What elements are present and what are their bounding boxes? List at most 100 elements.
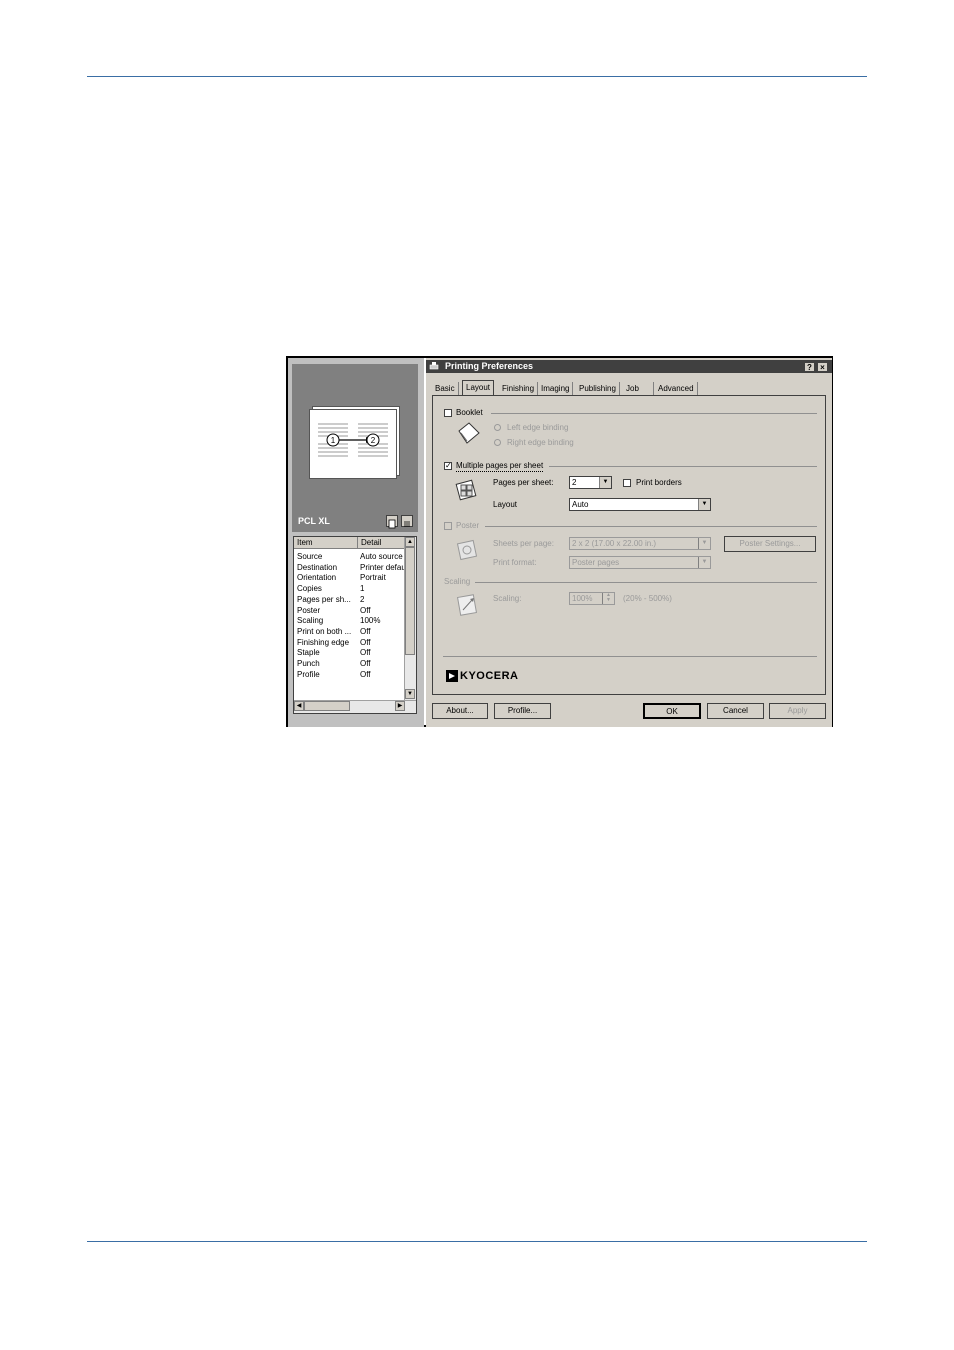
list-item[interactable]: Source Auto source: [297, 551, 407, 562]
list-item[interactable]: Poster Off: [297, 605, 407, 616]
print-borders-checkbox[interactable]: [623, 479, 631, 487]
nup-preview-graphic: 1 2: [318, 423, 388, 457]
layout-value: Auto: [572, 500, 589, 509]
tab-layout[interactable]: Layout: [462, 380, 495, 396]
kyocera-logo-icon: [446, 670, 458, 682]
horizontal-scroll-thumb[interactable]: [304, 701, 350, 711]
column-header-item[interactable]: Item: [294, 537, 358, 549]
column-header-detail[interactable]: Detail: [358, 537, 405, 549]
list-item[interactable]: Finishing edge Off: [297, 637, 407, 648]
left-edge-binding-radio[interactable]: [494, 424, 501, 431]
settings-summary-list[interactable]: Item Detail Source Auto source Destination…: [293, 536, 417, 714]
poster-divider: [485, 526, 817, 527]
pdl-label: PCL XL: [298, 516, 330, 526]
booklet-divider: [491, 413, 817, 414]
tab-imaging[interactable]: Imaging: [538, 382, 574, 395]
poster-settings-button[interactable]: Poster Settings...: [724, 536, 816, 552]
scroll-up-icon[interactable]: ▲: [405, 537, 415, 547]
pages-per-sheet-label: Pages per sheet:: [493, 478, 554, 487]
printer-icon: [429, 362, 439, 370]
tab-job[interactable]: Job: [623, 382, 654, 395]
list-item[interactable]: Copies 1: [297, 583, 407, 594]
ok-button[interactable]: OK: [643, 703, 701, 719]
booklet-checkbox[interactable]: [444, 409, 452, 417]
tab-finishing[interactable]: Finishing: [499, 382, 539, 395]
list-item[interactable]: Staple Off: [297, 647, 407, 658]
pages-per-sheet-select[interactable]: 2 ▼: [569, 476, 612, 489]
kyocera-logo-text: KYOCERA: [460, 670, 519, 682]
list-item[interactable]: Destination Printer defau: [297, 562, 407, 573]
brand-divider: [443, 656, 817, 657]
list-item[interactable]: Punch Off: [297, 658, 407, 669]
page-preview: 1 2 PCL XL: [292, 364, 418, 532]
close-button[interactable]: ×: [817, 362, 828, 372]
summary-item-detail: Auto source: [360, 552, 403, 561]
summary-item-detail: 1: [360, 584, 365, 594]
sheets-per-page-select[interactable]: 2 x 2 (17.00 x 22.00 in.) ▼: [569, 537, 711, 550]
apply-button[interactable]: Apply: [769, 703, 826, 719]
scroll-left-icon[interactable]: ◀: [294, 701, 304, 711]
chevron-down-icon[interactable]: ▼: [698, 499, 710, 510]
multiple-pages-checkbox[interactable]: ✓: [444, 462, 452, 470]
cancel-button[interactable]: Cancel: [707, 703, 764, 719]
summary-item-name: Finishing edge: [297, 637, 350, 647]
print-format-value: Poster pages: [572, 558, 620, 567]
summary-item-detail: Printer defau: [360, 562, 405, 572]
bottom-rule: [87, 1241, 867, 1242]
scroll-down-icon[interactable]: ▼: [405, 689, 415, 699]
summary-item-detail: Off: [360, 669, 371, 679]
multiple-pages-label: Multiple pages per sheet: [456, 461, 544, 472]
pages-per-sheet-value: 2: [572, 478, 577, 487]
summary-item-detail: Off: [360, 648, 371, 658]
preview-page-2: 2: [371, 436, 376, 445]
poster-label: Poster: [456, 521, 480, 530]
summary-item-detail: Off: [360, 626, 371, 636]
tab-publishing[interactable]: Publishing: [576, 382, 620, 395]
list-item[interactable]: Scaling 100%: [297, 615, 407, 626]
summary-item-name: Source: [297, 552, 323, 561]
printing-preferences-dialog: Printing Preferences ? × Basic Layout Fi…: [426, 358, 832, 727]
chevron-down-icon[interactable]: ▼: [698, 538, 710, 549]
spin-arrows-icon[interactable]: ▲ ▼: [602, 593, 614, 604]
summary-item-name: Profile: [297, 669, 320, 679]
page-view-icon: [388, 519, 396, 529]
layout-tab-panel: Booklet Left edge binding Right edge bin…: [432, 395, 826, 695]
profile-button[interactable]: Profile...: [494, 703, 551, 719]
summary-view-button[interactable]: [401, 515, 413, 527]
layout-select[interactable]: Auto ▼: [569, 498, 711, 511]
preview-panel: 1 2 PCL XL Item Detail Source Auto source…: [288, 358, 424, 727]
summary-item-name: Print on both ...: [297, 626, 352, 636]
chevron-down-icon[interactable]: ▼: [599, 477, 611, 488]
list-item[interactable]: Pages per sh... 2: [297, 594, 407, 605]
help-button[interactable]: ?: [804, 362, 815, 372]
horizontal-scrollbar[interactable]: ◀ ▶: [294, 700, 416, 713]
print-format-label: Print format:: [493, 558, 537, 567]
scaling-spinbox[interactable]: 100% ▲ ▼: [569, 592, 615, 605]
right-edge-binding-label: Right edge binding: [507, 438, 574, 447]
print-format-select[interactable]: Poster pages ▼: [569, 556, 711, 569]
poster-checkbox[interactable]: [444, 522, 452, 530]
summary-item-detail: Portrait: [360, 573, 386, 583]
tab-basic[interactable]: Basic: [432, 382, 459, 395]
right-edge-binding-radio[interactable]: [494, 439, 501, 446]
vertical-scroll-thumb[interactable]: [405, 547, 415, 655]
title-bar: Printing Preferences ? ×: [426, 360, 832, 373]
preview-sheet: 1 2: [309, 409, 397, 479]
summary-item-detail: Off: [360, 659, 371, 668]
list-item[interactable]: Profile Off: [297, 669, 407, 680]
scroll-right-icon[interactable]: ▶: [395, 701, 405, 711]
chevron-down-icon[interactable]: ▼: [698, 557, 710, 568]
sheets-per-page-label: Sheets per page:: [493, 539, 554, 548]
list-item[interactable]: Print on both ... Off: [297, 626, 407, 637]
scaling-icon: [456, 594, 478, 616]
summary-item-name: Scaling: [297, 616, 324, 626]
preview-view-button[interactable]: [386, 515, 398, 529]
about-button[interactable]: About...: [432, 703, 488, 719]
multiple-pages-divider: [549, 466, 817, 467]
list-item[interactable]: Orientation Portrait: [297, 572, 407, 583]
summary-item-name: Copies: [297, 584, 322, 594]
booklet-icon: [458, 422, 480, 444]
vertical-scrollbar[interactable]: ▲ ▼: [404, 537, 416, 701]
tab-advanced[interactable]: Advanced: [655, 382, 698, 395]
top-rule: [87, 76, 867, 77]
